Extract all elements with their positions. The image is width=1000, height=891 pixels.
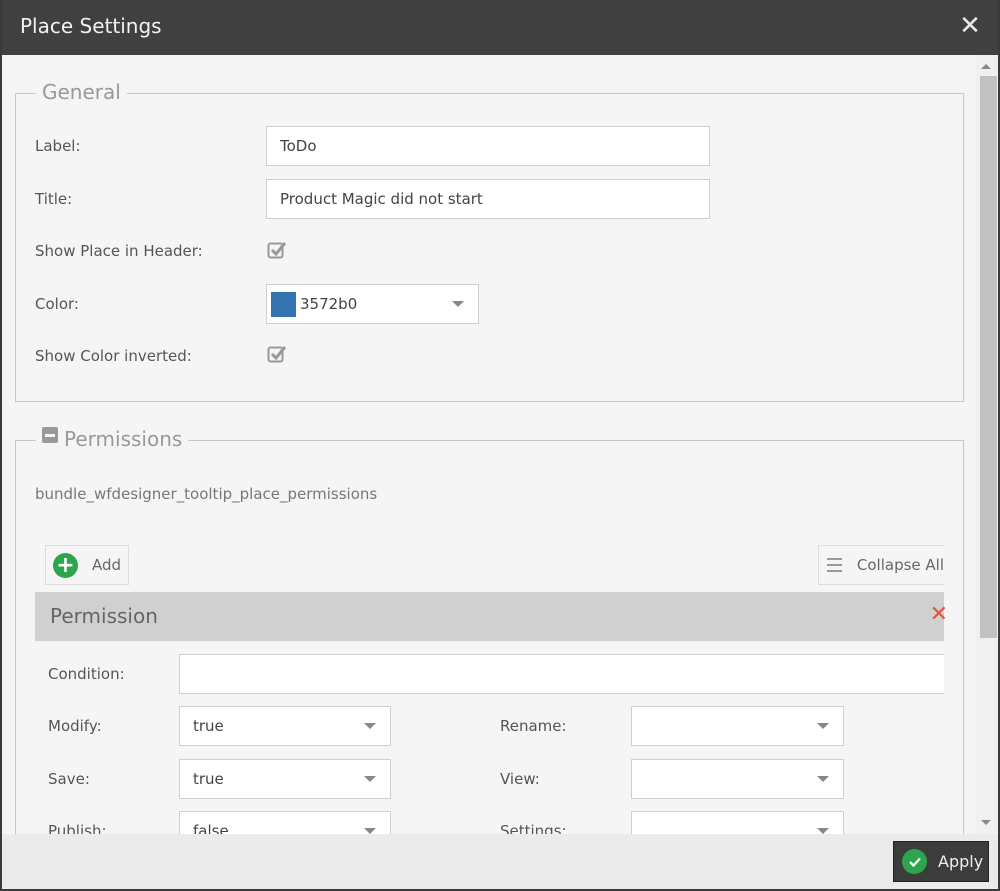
- hamburger-icon: [827, 554, 842, 576]
- vertical-scrollbar[interactable]: [976, 55, 998, 834]
- collapse-all-label: Collapse All: [856, 556, 944, 574]
- permissions-legend: Permissions: [36, 427, 189, 451]
- label-input[interactable]: ToDo: [266, 126, 710, 166]
- permissions-tooltip-text: bundle_wfdesigner_tooltip_place_permissi…: [35, 485, 378, 503]
- plus-circle-icon: +: [53, 552, 78, 578]
- scroll-up-arrow-icon[interactable]: [981, 64, 991, 69]
- show-color-inverted-label: Show Color inverted:: [35, 347, 192, 365]
- scrollbar-thumb[interactable]: [980, 76, 997, 638]
- rename-label: Rename:: [500, 717, 567, 735]
- add-button-label: Add: [92, 556, 122, 574]
- rename-select[interactable]: [631, 706, 844, 746]
- view-label: View:: [500, 770, 540, 788]
- modify-select[interactable]: true: [179, 706, 391, 746]
- chevron-down-icon: [817, 723, 829, 729]
- place-settings-dialog: Place Settings ✕ General Label: ToDo Tit…: [2, 0, 998, 889]
- view-select[interactable]: [631, 759, 844, 799]
- condition-input[interactable]: [179, 654, 944, 694]
- dialog-footer: Apply: [2, 834, 998, 889]
- color-swatch: [271, 291, 296, 317]
- chevron-down-icon: [817, 776, 829, 782]
- save-label: Save:: [48, 770, 90, 788]
- color-select[interactable]: 3572b0: [266, 284, 479, 324]
- check-circle-icon: [902, 849, 927, 874]
- dialog-body: General Label: ToDo Title: Product Magic…: [2, 55, 998, 834]
- show-in-header-checkbox[interactable]: [267, 240, 287, 260]
- minus-square-icon[interactable]: [42, 427, 58, 443]
- condition-label: Condition:: [48, 665, 125, 683]
- color-value: 3572b0: [300, 295, 358, 313]
- publish-value: false: [193, 822, 229, 834]
- title-input[interactable]: Product Magic did not start: [266, 179, 710, 219]
- dialog-title: Place Settings: [20, 14, 162, 38]
- chevron-down-icon: [364, 776, 376, 782]
- show-in-header-label: Show Place in Header:: [35, 242, 203, 260]
- chevron-down-icon: [452, 301, 464, 307]
- add-permission-button[interactable]: + Add: [45, 545, 129, 585]
- general-legend: General: [36, 80, 127, 104]
- permissions-legend-text: Permissions: [64, 427, 183, 451]
- permission-item-header[interactable]: Permission ✕: [35, 592, 948, 641]
- collapse-all-button[interactable]: Collapse All: [818, 545, 944, 585]
- save-value: true: [193, 770, 224, 788]
- modify-label: Modify:: [48, 717, 102, 735]
- publish-select[interactable]: false: [179, 811, 391, 834]
- settings-select[interactable]: [631, 811, 844, 834]
- show-color-inverted-checkbox[interactable]: [267, 344, 287, 364]
- remove-permission-icon[interactable]: ✕: [930, 602, 948, 627]
- label-field-label: Label:: [35, 137, 81, 155]
- title-field-label: Title:: [35, 190, 73, 208]
- chevron-down-icon: [364, 723, 376, 729]
- apply-button[interactable]: Apply: [893, 841, 989, 882]
- publish-label: Publish:: [48, 822, 107, 834]
- modify-value: true: [193, 717, 224, 735]
- color-label: Color:: [35, 295, 79, 313]
- settings-label: Settings:: [500, 822, 567, 834]
- apply-button-label: Apply: [938, 852, 984, 871]
- close-icon[interactable]: ✕: [956, 12, 984, 40]
- permission-item-title: Permission: [50, 604, 158, 628]
- dialog-titlebar: Place Settings ✕: [2, 0, 998, 55]
- save-select[interactable]: true: [179, 759, 391, 799]
- scroll-down-arrow-icon[interactable]: [981, 820, 991, 825]
